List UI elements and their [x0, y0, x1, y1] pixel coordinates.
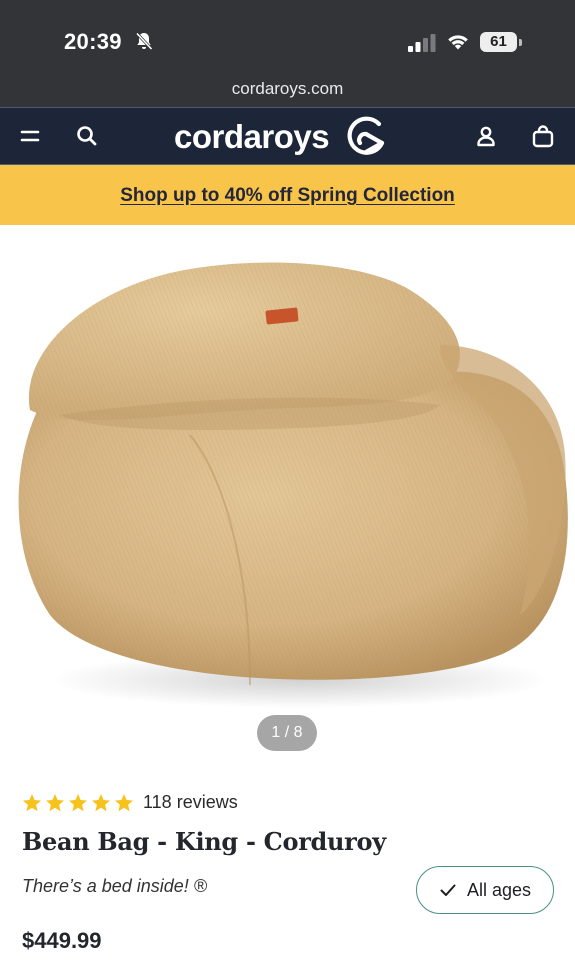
product-tagline: There’s a bed inside! ® — [22, 876, 208, 896]
status-time: 20:39 — [64, 29, 122, 54]
address-bar-url[interactable]: cordaroys.com — [0, 79, 575, 99]
promo-banner: Shop up to 40% off Spring Collection — [0, 165, 575, 225]
cordaroys-logo[interactable]: cordaroys — [174, 115, 389, 159]
battery-level: 61 — [480, 32, 517, 52]
shopping-bag-icon[interactable] — [530, 123, 556, 149]
all-ages-label: All ages — [466, 879, 532, 900]
promo-link[interactable]: Shop up to 40% off Spring Collection — [120, 185, 455, 207]
gallery-slide-counter: 1 / 8 — [257, 715, 317, 751]
product-image[interactable] — [0, 225, 575, 715]
star-icon — [46, 793, 64, 811]
bean-bag-illustration — [18, 262, 568, 708]
site-header: cordaroys — [0, 107, 575, 165]
reviews-count-link[interactable]: 118 reviews — [143, 792, 238, 813]
account-icon[interactable] — [473, 123, 499, 149]
search-icon[interactable] — [74, 123, 100, 149]
product-price: $449.99 — [22, 928, 102, 953]
bell-slash-icon — [135, 32, 153, 51]
cellular-signal-icon — [408, 34, 436, 52]
browser-top-chrome: 20:39 61 cordaroys.com — [0, 0, 575, 107]
star-icon — [69, 793, 87, 811]
logo-mark-icon — [347, 116, 385, 155]
checkmark-icon — [440, 884, 456, 896]
star-icon — [23, 793, 41, 811]
star-icon — [115, 793, 133, 811]
star-icon — [92, 793, 110, 811]
menu-icon[interactable] — [18, 123, 44, 149]
battery-indicator: 61 — [480, 32, 522, 52]
product-rating[interactable]: 118 reviews — [22, 792, 238, 813]
wifi-icon — [448, 35, 468, 50]
product-title: Bean Bag - King - Corduroy — [22, 827, 386, 856]
battery-tip — [519, 39, 522, 46]
all-ages-button[interactable]: All ages — [416, 866, 554, 914]
logo-wordmark: cordaroys — [174, 118, 330, 155]
